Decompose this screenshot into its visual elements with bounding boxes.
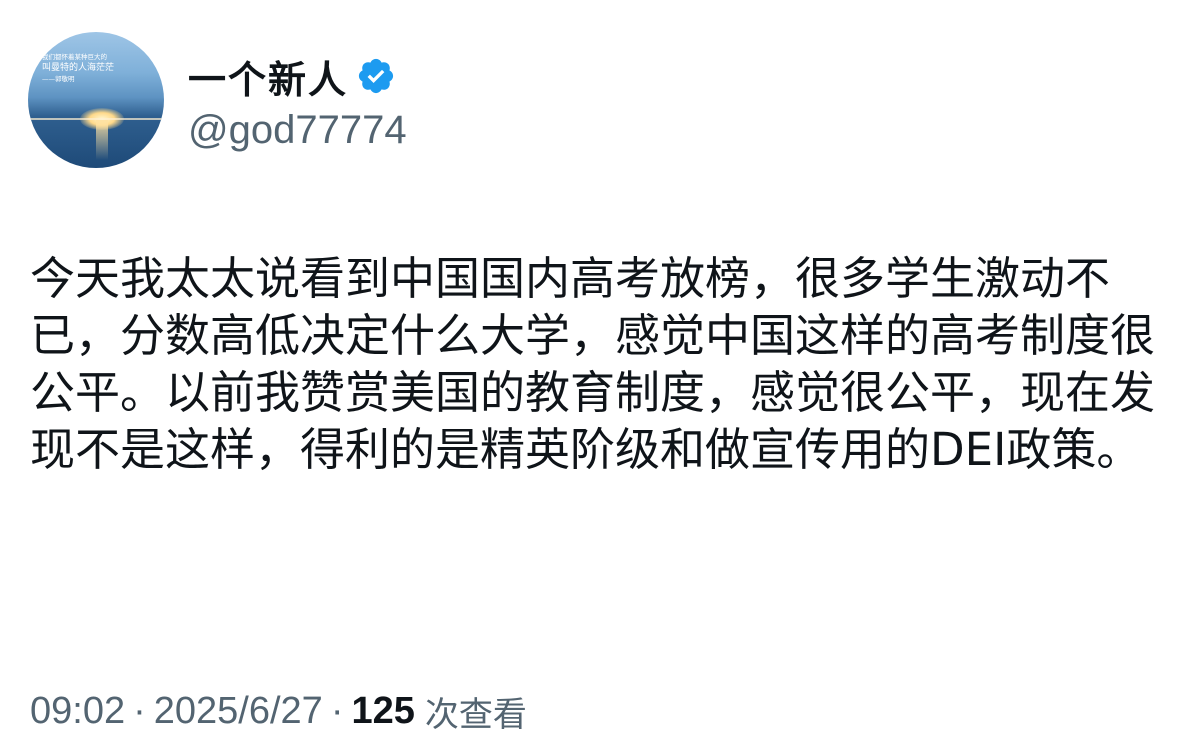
- tweet-card: 我们都怀着某种巨大的 叫曼特的人海茫茫 ——郭敬明 一个新人 @god77774…: [0, 0, 1200, 756]
- avatar[interactable]: 我们都怀着某种巨大的 叫曼特的人海茫茫 ——郭敬明: [28, 32, 164, 168]
- tweet-date[interactable]: 2025/6/27: [154, 690, 323, 733]
- author-handle[interactable]: @god77774: [188, 108, 407, 153]
- author-name-row: 一个新人: [188, 52, 396, 102]
- tweet-meta: 09:02 · 2025/6/27 · 125 次查看: [30, 686, 527, 736]
- views-count[interactable]: 125: [351, 690, 414, 733]
- verified-badge-icon[interactable]: [356, 56, 396, 96]
- meta-separator: ·: [133, 689, 146, 732]
- avatar-reflection: [96, 120, 108, 160]
- display-name[interactable]: 一个新人: [188, 49, 348, 104]
- avatar-quote-line: 我们都怀着某种巨大的: [42, 53, 107, 61]
- tweet-time[interactable]: 09:02: [30, 690, 125, 733]
- avatar-quote: 我们都怀着某种巨大的 叫曼特的人海茫茫 ——郭敬明: [42, 52, 152, 84]
- avatar-quote-line: ——郭敬明: [42, 75, 75, 83]
- meta-separator: ·: [330, 689, 344, 732]
- views-label: 次查看: [424, 694, 527, 735]
- tweet-text: 今天我太太说看到中国国内高考放榜，很多学生激动不已，分数高低决定什么大学，感觉中…: [30, 252, 1156, 476]
- avatar-quote-line: 叫曼特的人海茫茫: [42, 63, 115, 73]
